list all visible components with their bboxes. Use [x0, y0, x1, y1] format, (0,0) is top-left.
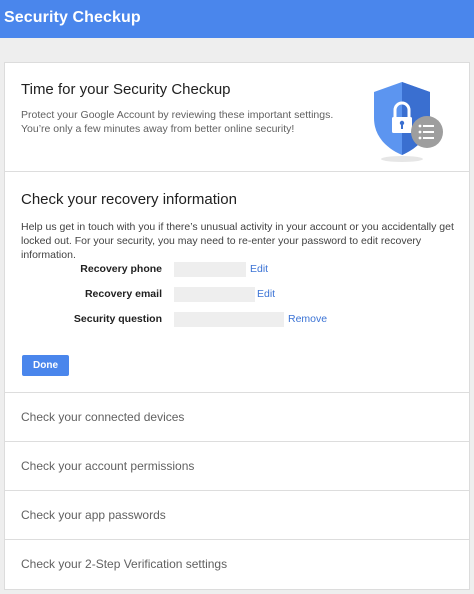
recovery-description: Help us get in touch with you if there’s…: [21, 221, 454, 261]
intro-description: Protect your Google Account by reviewing…: [21, 109, 334, 135]
recovery-phone-label: Recovery phone: [80, 263, 162, 275]
recovery-phone-row: Recovery phone Edit: [5, 262, 469, 278]
security-checkup-card: Time for your Security Checkup Protect y…: [4, 62, 470, 590]
recovery-email-label: Recovery email: [84, 288, 162, 300]
security-question-row: Security question Remove: [5, 312, 469, 328]
edit-recovery-phone-link[interactable]: Edit: [250, 263, 268, 275]
edit-recovery-email-link[interactable]: Edit: [257, 288, 275, 300]
check-connected-devices-label: Check your connected devices: [21, 410, 185, 424]
intro-title: Time for your Security Checkup: [21, 81, 231, 98]
shield-illustration: [365, 77, 449, 167]
check-account-permissions[interactable]: Check your account permissions: [5, 442, 469, 491]
check-2-step-verification[interactable]: Check your 2-Step Verification settings: [5, 540, 469, 589]
security-question-field[interactable]: [174, 312, 284, 327]
check-account-permissions-label: Check your account permissions: [21, 459, 195, 473]
shield-lock-icon: [374, 82, 443, 162]
done-button[interactable]: Done: [22, 355, 69, 376]
check-connected-devices[interactable]: Check your connected devices: [5, 393, 469, 442]
check-app-passwords[interactable]: Check your app passwords: [5, 491, 469, 540]
intro-section: Time for your Security Checkup Protect y…: [5, 63, 469, 172]
recovery-email-field[interactable]: [174, 287, 255, 302]
check-2-step-verification-label: Check your 2-Step Verification settings: [21, 557, 228, 571]
recovery-title: Check your recovery information: [21, 191, 237, 208]
check-app-passwords-label: Check your app passwords: [21, 508, 166, 522]
recovery-email-row: Recovery email Edit: [5, 287, 469, 303]
remove-security-question-link[interactable]: Remove: [288, 313, 327, 325]
app-bar: Security Checkup: [0, 0, 474, 38]
recovery-phone-field[interactable]: [174, 262, 246, 277]
app-title: Security Checkup: [4, 9, 141, 26]
recovery-section: Check your recovery information Help us …: [5, 172, 469, 393]
security-question-label: Security question: [73, 313, 162, 325]
